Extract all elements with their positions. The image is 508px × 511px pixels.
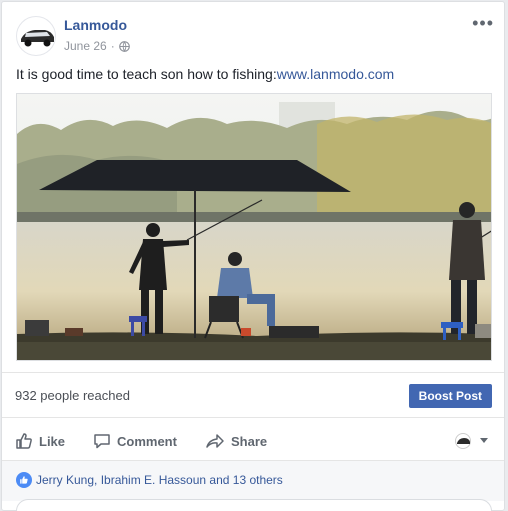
insights-row: 932 people reached Boost Post [2, 372, 504, 418]
post-card: Lanmodo June 26 · ••• It is good time to… [1, 1, 505, 511]
post-header: Lanmodo June 26 · ••• [16, 13, 496, 60]
thumbs-up-icon [16, 433, 32, 449]
page-name-link[interactable]: Lanmodo [64, 17, 127, 33]
post-message: It is good time to teach son how to fish… [16, 65, 494, 83]
reactions-summary-link[interactable]: Jerry Kung, Ibrahim E. Hassoun and 13 ot… [36, 473, 283, 487]
meta-separator: · [110, 39, 115, 53]
more-options-button[interactable]: ••• [472, 13, 494, 33]
post-text: It is good time to teach son how to fish… [16, 66, 277, 82]
car-logo-icon [21, 30, 54, 47]
share-arrow-icon [206, 434, 224, 448]
comment-button[interactable]: Comment [93, 432, 177, 450]
share-label: Share [231, 433, 268, 449]
chevron-down-icon [480, 438, 488, 443]
page-avatar[interactable] [16, 16, 56, 56]
post-photo[interactable] [16, 93, 492, 361]
fishing-scene-image [17, 94, 491, 360]
people-reached-text[interactable]: 932 people reached [15, 388, 130, 403]
like-button[interactable]: Like [15, 432, 65, 450]
page-avatar-dropdown-icon [455, 433, 471, 449]
speech-bubble-icon [94, 434, 110, 449]
globe-icon[interactable] [118, 40, 130, 52]
post-link[interactable]: www.lanmodo.com [277, 66, 395, 82]
post-date[interactable]: June 26 [64, 39, 107, 53]
like-badge-icon [16, 472, 32, 488]
comment-label: Comment [117, 433, 177, 449]
share-button[interactable]: Share [205, 432, 267, 450]
reactions-row: Jerry Kung, Ibrahim E. Hassoun and 13 ot… [2, 461, 504, 501]
post-meta: June 26 · [64, 39, 130, 53]
ellipsis-icon: ••• [472, 13, 494, 33]
comment-input-box[interactable] [16, 499, 492, 511]
boost-post-button[interactable]: Boost Post [408, 384, 492, 408]
like-label: Like [39, 433, 66, 449]
action-bar: Like Comment Share [2, 419, 504, 461]
post-as-selector[interactable] [454, 433, 488, 449]
